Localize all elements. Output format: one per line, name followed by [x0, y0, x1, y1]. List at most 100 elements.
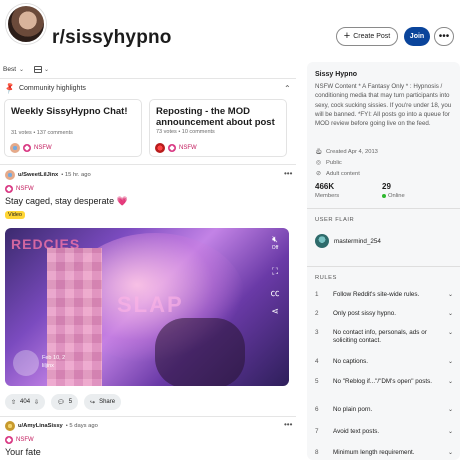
user-flair-heading: USER FLAIR: [315, 217, 355, 223]
rule-number: 4: [315, 358, 319, 365]
watermark-text: Feb 10, 2 liljinx: [42, 354, 65, 370]
view-layout-dropdown[interactable]: ⌄: [34, 66, 49, 73]
join-button[interactable]: Join: [404, 27, 430, 46]
comments-button[interactable]: 💬︎ 5: [51, 394, 79, 410]
members-label: Members: [315, 193, 340, 199]
post-author[interactable]: u/SweetLilJinx: [18, 172, 58, 178]
content-rating: ⊘ Adult content: [315, 170, 360, 178]
fullscreen-button[interactable]: ⛶: [267, 266, 283, 277]
upvote-icon[interactable]: ⇧: [11, 399, 16, 406]
rule-item[interactable]: 6 No plain porn. ⌄: [315, 406, 455, 414]
feed-controls: Best ⌄ ⌄: [3, 66, 49, 73]
nsfw-label: NSFW: [5, 185, 34, 193]
downvote-icon[interactable]: ⇩: [34, 399, 39, 406]
post-meta: u/SweetLilJinx • 15 hr. ago: [5, 170, 91, 180]
nsfw-tag: NSFW: [16, 437, 34, 443]
rule-text: Minimum length requirement.: [333, 449, 415, 456]
share-media-button[interactable]: ⋖: [267, 306, 283, 317]
rule-number: 7: [315, 428, 319, 435]
flair-username: mastermind_254: [334, 237, 381, 245]
visibility: ◎ Public: [315, 159, 342, 167]
post-flair: Video: [5, 211, 25, 219]
post-more-button[interactable]: •••: [284, 420, 292, 429]
layout-icon: [34, 66, 43, 73]
post-author[interactable]: u/AmyLinaSissy: [18, 423, 63, 429]
sort-label: Best: [3, 66, 17, 73]
captions-icon: ㏄: [270, 288, 280, 298]
collapse-highlights-icon[interactable]: ⌃: [284, 84, 291, 93]
post-meta: u/AmyLinaSissy • 5 days ago: [5, 421, 98, 431]
online-dot-icon: [382, 194, 386, 198]
nsfw-icon: [5, 436, 13, 444]
comment-count: 5: [68, 399, 73, 405]
user-avatar[interactable]: [5, 421, 15, 431]
highlight-meta: 73 votes • 10 comments: [156, 129, 215, 135]
rule-text: Only post sissy hypno.: [333, 310, 396, 317]
rule-number: 8: [315, 449, 319, 456]
plus-icon: +: [343, 30, 351, 42]
share-button[interactable]: ↪ Share: [84, 394, 122, 410]
chevron-down-icon: ⌄: [447, 407, 453, 413]
members-count: 466K: [315, 182, 335, 191]
post-time: • 5 days ago: [65, 423, 98, 429]
post-video[interactable]: REDCIES SLAP Feb 10, 2 liljinx 🔇︎ Off ⛶ …: [5, 228, 289, 386]
nsfw-icon: [5, 185, 13, 193]
community-avatar[interactable]: [6, 4, 46, 44]
rule-number: 5: [315, 378, 319, 385]
divider: [0, 416, 296, 417]
online-count: 29: [382, 182, 391, 191]
rule-item[interactable]: 4 No captions. ⌄: [315, 358, 455, 366]
nsfw-tag: NSFW: [179, 145, 197, 151]
community-highlights-heading: 📌 Community highlights: [3, 82, 86, 95]
video-overlay-text: SLAP: [117, 292, 184, 317]
fullscreen-icon: ⛶: [271, 266, 279, 276]
post-title[interactable]: Stay caged, stay desperate 💗: [5, 196, 128, 207]
community-header: r/sissyhypno + Create Post Join •••: [0, 0, 460, 60]
rule-text: No plain porn.: [333, 406, 373, 413]
rules-heading: RULES: [315, 275, 337, 281]
create-post-label: Create Post: [353, 33, 391, 40]
user-avatar[interactable]: [5, 170, 15, 180]
rule-item[interactable]: 5 No "Reblog if..."/"DM's open" posts. ⌄: [315, 378, 455, 386]
post-more-button[interactable]: •••: [284, 169, 292, 178]
highlights-label: Community highlights: [18, 85, 86, 92]
chevron-down-icon: ⌄: [44, 67, 50, 73]
rule-text: Avoid text posts.: [333, 428, 380, 435]
highlight-title: Reposting - the MOD announcement about p…: [156, 106, 275, 128]
divider: [307, 208, 460, 209]
mute-button[interactable]: 🔇︎ Off: [267, 234, 283, 251]
highlight-footer: NSFW: [155, 143, 197, 153]
vote-control: ⇧ 404 ⇩: [5, 394, 46, 410]
rule-item[interactable]: 8 Minimum length requirement. ⌄: [315, 449, 455, 457]
rule-item[interactable]: 1 Follow Reddit's site-wide rules. ⌄: [315, 291, 455, 299]
globe-icon: ◎: [315, 160, 322, 166]
user-avatar: [155, 143, 165, 153]
user-avatar: [315, 234, 329, 248]
sidebar-community-name: Sissy Hypno: [315, 71, 358, 78]
chevron-down-icon: ⌄: [447, 359, 453, 365]
community-title: r/sissyhypno: [52, 27, 172, 48]
captions-button[interactable]: ㏄: [267, 286, 283, 299]
post-title[interactable]: Your fate: [5, 447, 41, 457]
sort-dropdown[interactable]: Best ⌄: [3, 66, 24, 73]
chevron-down-icon: ⌄: [447, 311, 453, 317]
content-label: Adult content: [326, 170, 360, 177]
community-sidebar: Sissy Hypno NSFW Content * A Fantasy Onl…: [307, 62, 460, 460]
created-date: 🎂︎ Created Apr 4, 2013: [315, 148, 378, 156]
online-label: Online: [388, 193, 405, 199]
chevron-down-icon: ⌄: [19, 67, 25, 73]
rule-item[interactable]: 3 No contact info, personals, ads or sol…: [315, 329, 455, 345]
create-post-button[interactable]: + Create Post: [336, 27, 398, 46]
rule-text: Follow Reddit's site-wide rules.: [333, 291, 420, 298]
cake-icon: 🎂︎: [315, 149, 323, 155]
rule-item[interactable]: 2 Only post sissy hypno. ⌄: [315, 310, 455, 318]
post-time: • 15 hr. ago: [61, 172, 91, 178]
rule-text: No captions.: [333, 358, 369, 365]
highlight-footer: NSFW: [10, 143, 52, 153]
online-indicator: Online: [382, 193, 405, 199]
share-icon: ⋖: [271, 306, 279, 316]
user-flair[interactable]: mastermind_254: [315, 234, 381, 248]
rule-item[interactable]: 7 Avoid text posts. ⌄: [315, 428, 455, 436]
sidebar-description: NSFW Content * A Fantasy Only * : Hypnos…: [315, 83, 452, 128]
more-options-button[interactable]: •••: [434, 27, 454, 46]
